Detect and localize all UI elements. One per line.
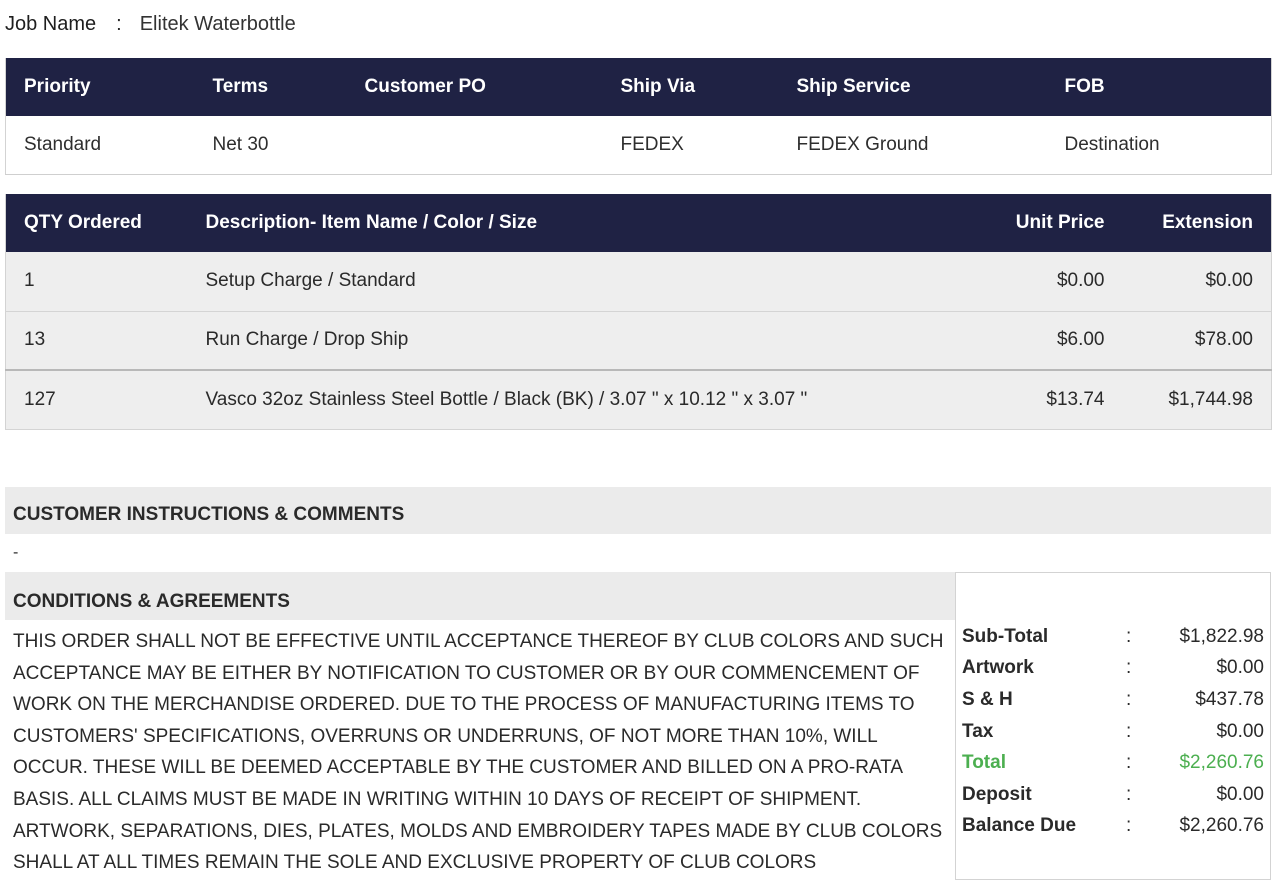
unit-price-cell: $0.00 [927, 252, 1123, 312]
job-name-label: Job Name [5, 12, 97, 35]
conditions-section: CONDITIONS & AGREEMENTS THIS ORDER SHALL… [5, 572, 955, 880]
fob-value: Destination [1046, 116, 1272, 175]
total-row-deposit: Deposit : $0.00 [956, 779, 1270, 811]
extension-cell: $78.00 [1122, 311, 1272, 371]
extension-cell: $1,744.98 [1122, 369, 1272, 430]
header-qty: QTY Ordered [5, 194, 188, 252]
total-value: $0.00 [1216, 657, 1264, 679]
instructions-body: - [13, 544, 19, 561]
job-name-value: Elitek Waterbottle [139, 12, 296, 35]
total-row-shipping: S & H : $437.78 [956, 684, 1270, 716]
total-row-artwork: Artwork : $0.00 [956, 653, 1270, 685]
total-value: $437.78 [1195, 688, 1264, 710]
total-value: $2,260.76 [1179, 815, 1264, 837]
total-separator: : [1126, 688, 1132, 710]
qty-cell: 1 [5, 252, 188, 312]
header-fob: FOB [1046, 58, 1272, 116]
job-name-separator: : [116, 12, 122, 35]
instructions-title: CUSTOMER INSTRUCTIONS & COMMENTS [5, 487, 1271, 534]
header-ship-service: Ship Service [778, 58, 1047, 116]
header-unit-price: Unit Price [927, 194, 1123, 252]
total-label: S & H [962, 688, 1013, 710]
total-label: Balance Due [962, 815, 1077, 837]
unit-price-cell: $13.74 [927, 369, 1123, 430]
total-separator: : [1126, 625, 1132, 647]
priority-value: Standard [5, 116, 195, 175]
total-separator: : [1126, 815, 1132, 837]
extension-cell: $0.00 [1122, 252, 1272, 312]
description-cell: Setup Charge / Standard [187, 252, 928, 312]
total-label: Sub-Total [962, 625, 1049, 647]
table-row: 127 Vasco 32oz Stainless Steel Bottle / … [5, 369, 1272, 430]
total-value: $0.00 [1216, 783, 1264, 805]
job-name: Job Name : Elitek Waterbottle [5, 10, 296, 38]
total-separator: : [1126, 752, 1132, 774]
total-separator: : [1126, 657, 1132, 679]
order-info-row: Standard Net 30 FEDEX FEDEX Ground Desti… [5, 116, 1272, 175]
total-label: Deposit [962, 783, 1032, 805]
header-priority: Priority [5, 58, 195, 116]
total-row-total: Total : $2,260.76 [956, 747, 1270, 779]
total-separator: : [1126, 783, 1132, 805]
ship-service-value: FEDEX Ground [778, 116, 1047, 175]
total-label: Total [962, 752, 1006, 774]
total-label: Artwork [962, 657, 1034, 679]
terms-value: Net 30 [194, 116, 347, 175]
header-ship-via: Ship Via [602, 58, 779, 116]
qty-cell: 127 [5, 369, 188, 430]
conditions-body: THIS ORDER SHALL NOT BE EFFECTIVE UNTIL … [13, 631, 944, 874]
total-value: $2,260.76 [1179, 752, 1264, 774]
totals-panel: Sub-Total : $1,822.98 Artwork : $0.00 S … [955, 572, 1271, 880]
table-row: 13 Run Charge / Drop Ship $6.00 $78.00 [5, 311, 1272, 371]
header-extension: Extension [1122, 194, 1272, 252]
qty-cell: 13 [5, 311, 188, 371]
total-label: Tax [962, 720, 994, 742]
ship-via-value: FEDEX [602, 116, 779, 175]
header-terms: Terms [194, 58, 347, 116]
description-cell: Run Charge / Drop Ship [187, 311, 928, 371]
unit-price-cell: $6.00 [927, 311, 1123, 371]
total-row-balance-due: Balance Due : $2,260.76 [956, 811, 1270, 843]
description-cell: Vasco 32oz Stainless Steel Bottle / Blac… [187, 369, 928, 430]
table-row: 1 Setup Charge / Standard $0.00 $0.00 [5, 252, 1272, 312]
total-row-subtotal: Sub-Total : $1,822.98 [956, 621, 1270, 653]
total-separator: : [1126, 720, 1132, 742]
total-value: $1,822.98 [1179, 625, 1264, 647]
line-items-table: QTY Ordered Description- Item Name / Col… [5, 194, 1272, 430]
total-row-tax: Tax : $0.00 [956, 716, 1270, 748]
header-customer-po: Customer PO [346, 58, 603, 116]
order-info-table: Priority Terms Customer PO Ship Via Ship… [5, 58, 1272, 175]
total-value: $0.00 [1216, 720, 1264, 742]
conditions-title: CONDITIONS & AGREEMENTS [5, 572, 955, 620]
customer-po-value [346, 116, 603, 175]
header-description: Description- Item Name / Color / Size [187, 194, 928, 252]
